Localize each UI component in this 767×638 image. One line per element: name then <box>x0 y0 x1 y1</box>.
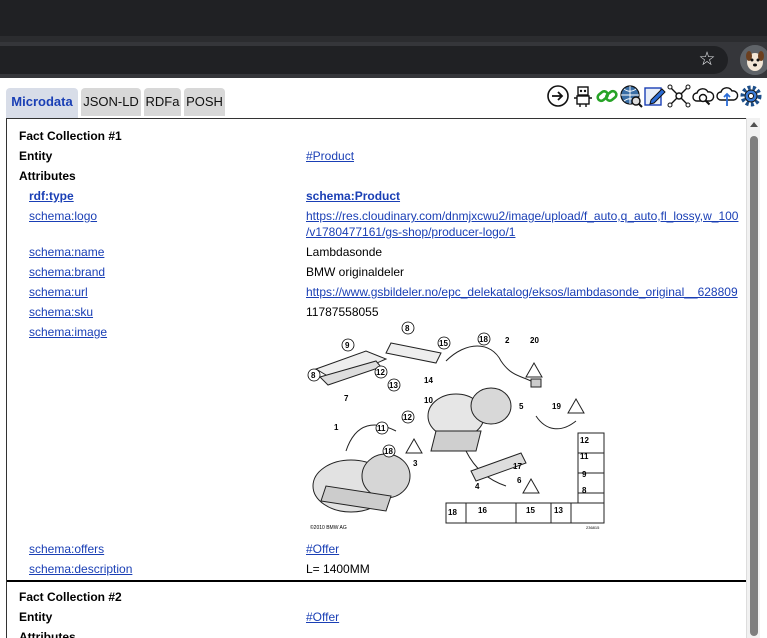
value-logo-url-line2[interactable]: /v1780477161/gs-shop/producer-logo/1 <box>306 224 515 240</box>
svg-text:13: 13 <box>554 506 563 515</box>
svg-text:2: 2 <box>505 336 510 345</box>
svg-text:8: 8 <box>405 324 410 333</box>
entity-link-2[interactable]: #Offer <box>306 609 339 625</box>
extension-dog-icon[interactable] <box>740 45 767 75</box>
tab-json-ld[interactable]: JSON-LD <box>81 88 141 116</box>
edit-icon[interactable] <box>643 84 667 108</box>
svg-text:17: 17 <box>513 462 522 471</box>
tool-icons <box>546 84 766 112</box>
svg-text:20: 20 <box>530 336 539 345</box>
prop-schema-logo[interactable]: schema:logo <box>29 208 97 224</box>
structured-data-panel: Microdata JSON-LD RDFa POSH Fact Collect… <box>0 78 767 638</box>
entity-label: Entity <box>19 149 53 163</box>
image-caption: ©2010 BMW AG <box>310 524 347 531</box>
tab-posh[interactable]: POSH <box>184 88 225 116</box>
svg-text:16: 16 <box>478 506 487 515</box>
value-sku: 11787558055 <box>306 305 379 319</box>
vertical-scrollbar[interactable] <box>746 118 760 638</box>
cloud-search-icon[interactable] <box>691 84 715 108</box>
prop-rdf-type[interactable]: rdf:type <box>29 188 74 204</box>
prop-schema-url[interactable]: schema:url <box>29 284 88 300</box>
svg-text:1: 1 <box>334 423 339 432</box>
svg-text:13: 13 <box>389 381 398 390</box>
svg-text:19: 19 <box>552 402 561 411</box>
value-url[interactable]: https://www.gsbildeler.no/epc_delekatalo… <box>306 284 738 300</box>
svg-text:11: 11 <box>377 424 386 433</box>
robot-icon[interactable] <box>571 84 595 108</box>
value-rdf-type[interactable]: schema:Product <box>306 188 400 204</box>
svg-text:18: 18 <box>448 508 457 517</box>
svg-text:15: 15 <box>439 339 448 348</box>
prop-schema-sku[interactable]: schema:sku <box>29 304 93 320</box>
svg-text:14: 14 <box>424 376 433 385</box>
svg-text:4: 4 <box>475 482 480 491</box>
svg-text:9: 9 <box>582 470 587 479</box>
value-offers[interactable]: #Offer <box>306 541 339 557</box>
scrollbar-thumb[interactable] <box>750 136 758 636</box>
svg-text:12: 12 <box>580 436 589 445</box>
fact-collection-title-2: Fact Collection #2 <box>19 590 122 604</box>
svg-text:8: 8 <box>582 486 587 495</box>
svg-text:11: 11 <box>580 452 589 461</box>
scroll-up-arrow-icon[interactable] <box>750 122 758 127</box>
prop-schema-description[interactable]: schema:description <box>29 561 132 577</box>
svg-text:15: 15 <box>526 506 535 515</box>
image-code: 236815 <box>586 525 600 530</box>
browser-title-bar <box>0 0 767 36</box>
prop-schema-image[interactable]: schema:image <box>29 324 107 340</box>
value-description: L= 1400MM <box>306 562 370 576</box>
svg-text:12: 12 <box>376 368 385 377</box>
fact-collection-title: Fact Collection #1 <box>19 129 122 143</box>
tab-microdata[interactable]: Microdata <box>6 88 78 118</box>
prop-schema-offers[interactable]: schema:offers <box>29 541 104 557</box>
svg-text:18: 18 <box>384 447 393 456</box>
address-bar[interactable] <box>0 46 728 74</box>
attributes-label-2: Attributes <box>19 630 76 638</box>
tab-rdfa[interactable]: RDFa <box>144 88 181 116</box>
gear-icon[interactable] <box>739 84 763 108</box>
value-logo-url-line1[interactable]: https://res.cloudinary.com/dnmjxcwu2/ima… <box>306 208 738 224</box>
globe-search-icon[interactable] <box>619 84 643 108</box>
bookmark-star-icon[interactable]: ☆ <box>694 47 720 73</box>
svg-text:12: 12 <box>403 413 412 422</box>
svg-text:9: 9 <box>345 341 350 350</box>
browser-toolbar: ☆ <box>0 42 767 78</box>
svg-text:5: 5 <box>519 402 524 411</box>
login-icon[interactable] <box>546 84 570 108</box>
chain-link-icon[interactable] <box>595 84 619 108</box>
svg-text:18: 18 <box>479 335 488 344</box>
network-icon[interactable] <box>667 84 691 108</box>
entity-link[interactable]: #Product <box>306 148 354 164</box>
svg-text:8: 8 <box>311 371 316 380</box>
facts-content: Fact Collection #1 Entity #Product Attri… <box>6 118 747 638</box>
attributes-label: Attributes <box>19 169 76 183</box>
prop-schema-name[interactable]: schema:name <box>29 244 104 260</box>
prop-schema-brand[interactable]: schema:brand <box>29 264 105 280</box>
svg-text:6: 6 <box>517 476 522 485</box>
entity-label-2: Entity <box>19 610 53 624</box>
value-name: Lambdasonde <box>306 245 383 259</box>
value-brand: BMW originaldeler <box>306 265 405 279</box>
svg-text:3: 3 <box>413 459 418 468</box>
svg-text:10: 10 <box>424 396 433 405</box>
svg-text:7: 7 <box>344 394 349 403</box>
collection-divider <box>7 580 746 582</box>
cloud-upload-icon[interactable] <box>715 84 739 108</box>
product-image-diagram[interactable]: 9 8 15 18 8 12 13 12 11 18 2 20 14 7 10 1 3 5 19 17 4… <box>306 321 606 533</box>
